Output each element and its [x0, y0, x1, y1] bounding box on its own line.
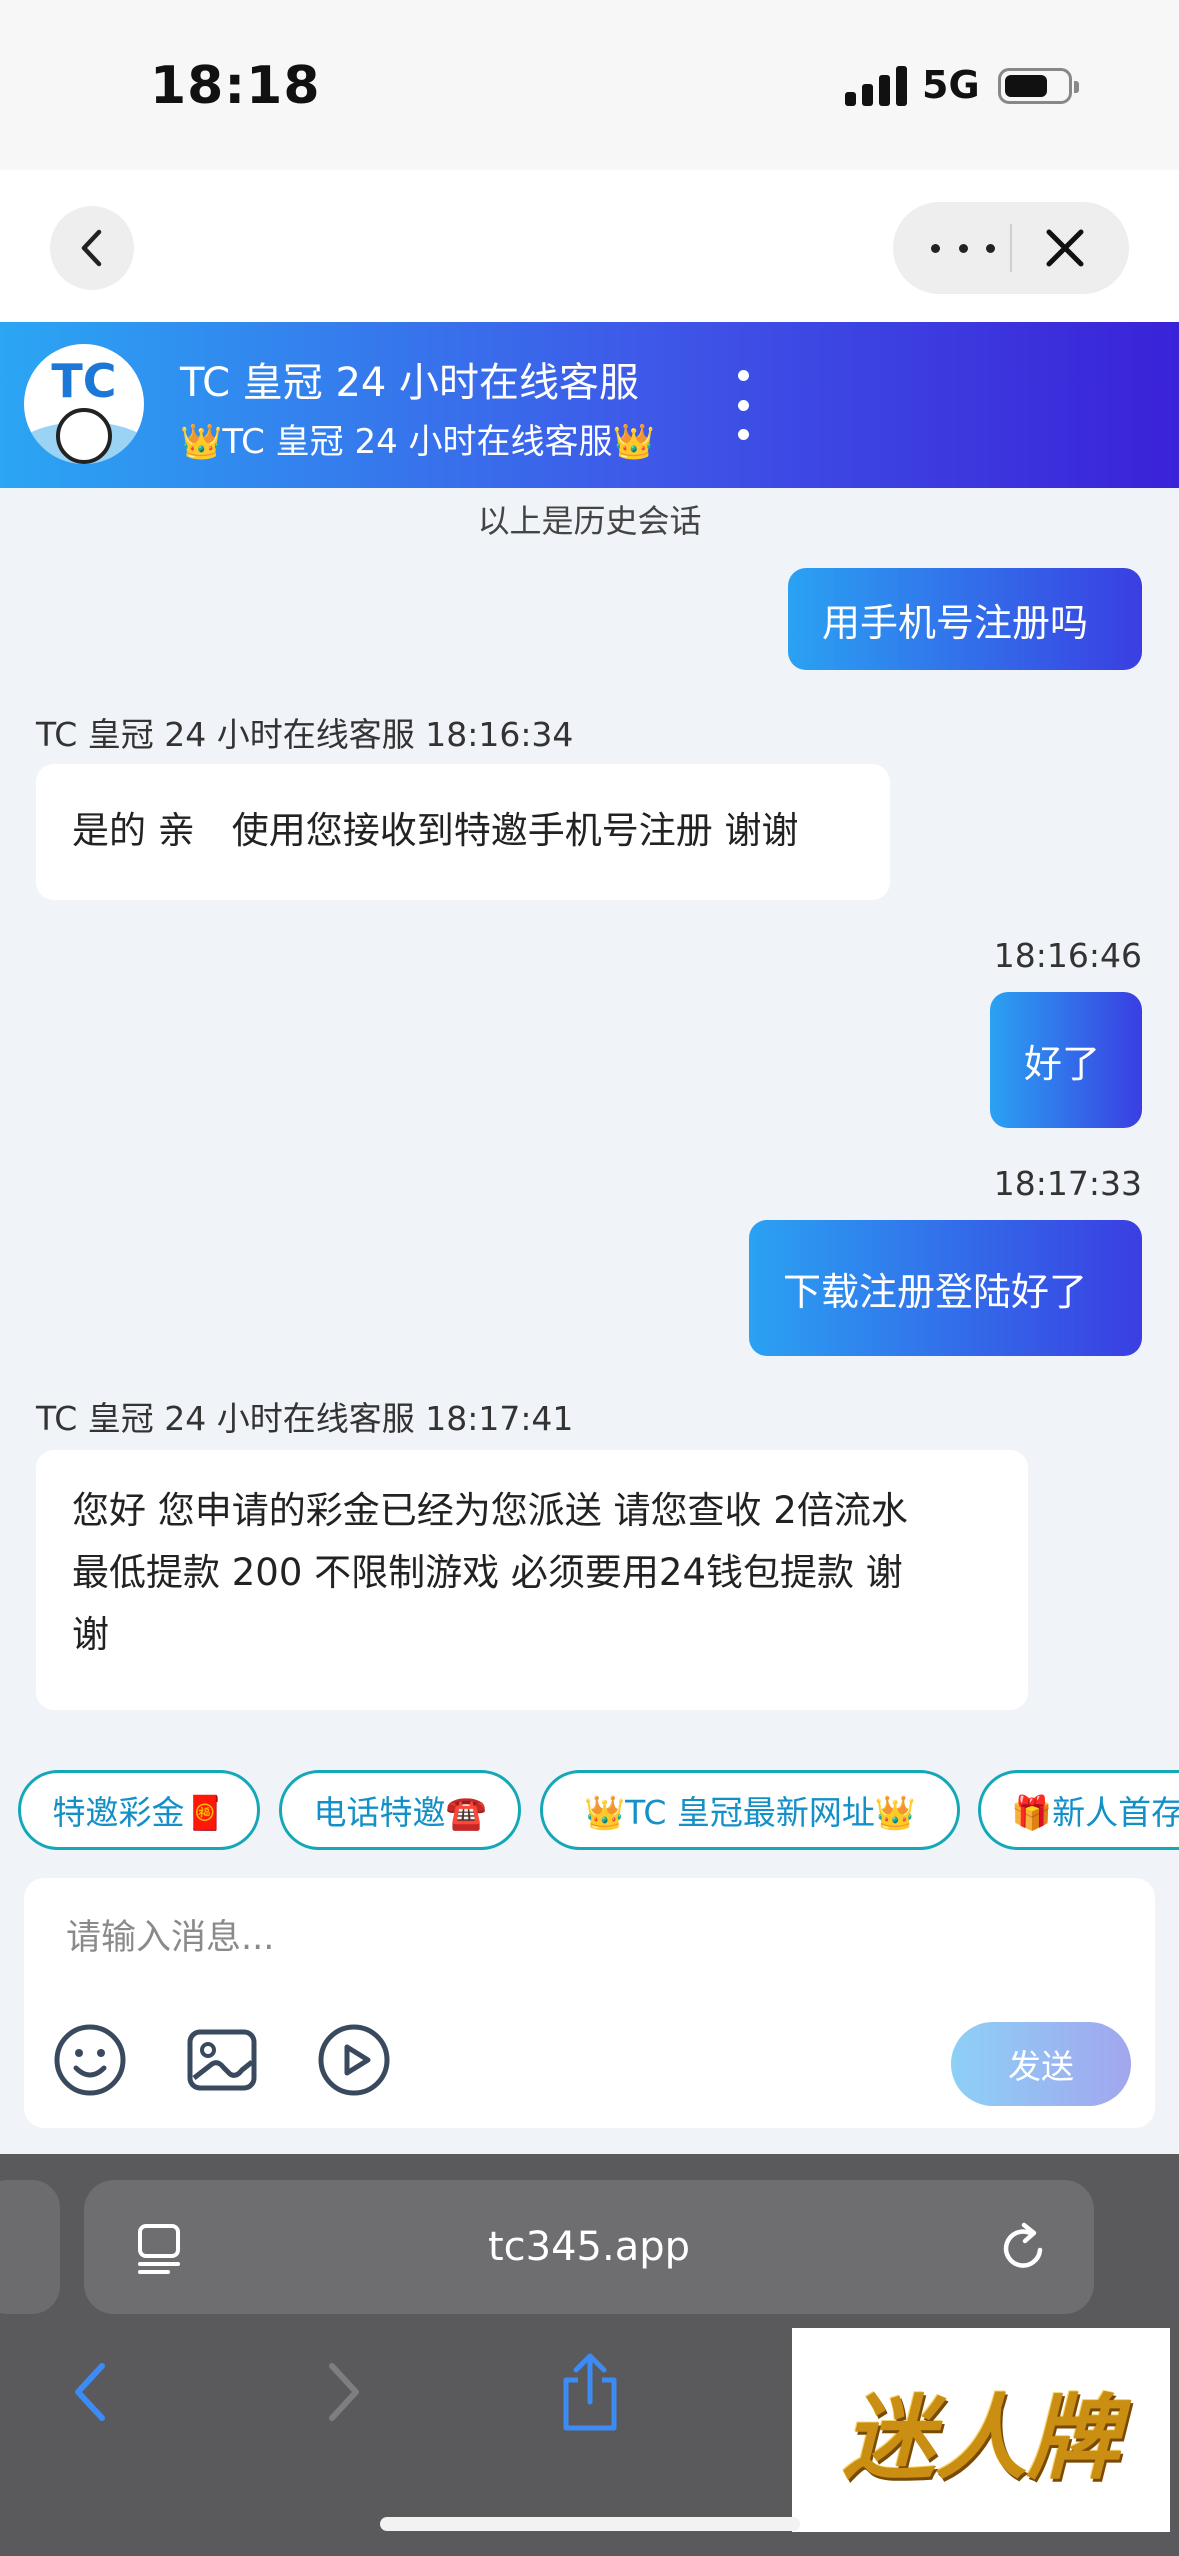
send-button[interactable]: 发送	[951, 2022, 1131, 2106]
message-sender: TC 皇冠 24 小时在线客服 18:16:34	[36, 715, 574, 754]
history-divider-note: 以上是历史会话	[477, 502, 702, 540]
service-avatar: TC	[24, 344, 144, 464]
chat-subtitle: 👑TC 皇冠 24 小时在线客服👑	[180, 422, 655, 462]
watermark-logo: 迷人牌	[792, 2328, 1170, 2532]
quick-reply-bar: 特邀彩金🧧 电话特邀☎️ 👑TC 皇冠最新网址👑 🎁新人首存	[0, 1746, 1179, 1856]
message-text-line: 您好 您申请的彩金已经为您派送 请您查收 2倍流水	[72, 1489, 908, 1532]
avatar-logo-text: TC	[51, 354, 117, 408]
url-text: tc345.app	[487, 2224, 691, 2270]
quick-reply-chip[interactable]: 👑TC 皇冠最新网址👑	[540, 1770, 960, 1850]
message-text: 是的 亲 使用您接收到特邀手机号注册 谢谢	[72, 809, 799, 852]
browser-back-icon[interactable]	[58, 2350, 122, 2434]
emoji-icon[interactable]	[52, 2022, 128, 2098]
message-bubble-incoming: 您好 您申请的彩金已经为您派送 请您查收 2倍流水 最低提款 200 不限制游戏…	[36, 1450, 1028, 1710]
more-options-icon[interactable]	[931, 230, 995, 266]
quick-reply-chip[interactable]: 🎁新人首存	[978, 1770, 1179, 1850]
signal-icon	[845, 66, 907, 106]
message-timestamp: 18:17:33	[993, 1164, 1142, 1203]
message-composer: 发送	[24, 1878, 1155, 2128]
message-bubble-outgoing: 好了	[990, 992, 1142, 1128]
message-text-line: 谢	[72, 1613, 109, 1656]
message-text-line: 最低提款 200 不限制游戏 必须要用24钱包提款 谢	[72, 1551, 903, 1594]
back-button[interactable]	[50, 206, 134, 290]
battery-icon	[998, 68, 1079, 104]
message-text: 下载注册登陆好了	[783, 1269, 1088, 1314]
kebab-menu-icon[interactable]	[730, 370, 756, 440]
message-sender: TC 皇冠 24 小时在线客服 18:17:41	[36, 1399, 574, 1438]
message-bubble-outgoing: 用手机号注册吗	[788, 568, 1142, 670]
image-icon[interactable]	[184, 2022, 260, 2098]
share-icon[interactable]	[556, 2350, 624, 2434]
home-indicator	[380, 2517, 800, 2531]
message-text: 好了	[1024, 1041, 1101, 1086]
network-label: 5G	[922, 63, 980, 107]
mini-program-capsule	[893, 202, 1129, 294]
soccer-ball-icon	[56, 408, 112, 464]
quick-reply-chip[interactable]: 特邀彩金🧧	[18, 1770, 260, 1850]
message-input[interactable]	[48, 1898, 1131, 1978]
close-icon[interactable]	[1039, 222, 1091, 274]
message-bubble-incoming: 是的 亲 使用您接收到特邀手机号注册 谢谢	[36, 764, 890, 900]
top-nav	[0, 170, 1179, 322]
status-bar: 18:18 5G	[0, 0, 1179, 170]
reload-icon[interactable]	[996, 2220, 1052, 2276]
address-bar[interactable]: tc345.app	[84, 2180, 1094, 2314]
chat-header: TC TC 皇冠 24 小时在线客服 👑TC 皇冠 24 小时在线客服👑	[0, 322, 1179, 488]
watermark-text: 迷人牌	[842, 2383, 1119, 2492]
status-time: 18:18	[150, 56, 321, 116]
message-timestamp: 18:16:46	[993, 936, 1142, 975]
capsule-divider	[1010, 224, 1012, 272]
previous-tab-preview[interactable]	[0, 2180, 60, 2314]
chat-title: TC 皇冠 24 小时在线客服	[180, 360, 640, 406]
message-bubble-outgoing: 下载注册登陆好了	[749, 1220, 1142, 1356]
chevron-left-icon	[81, 229, 102, 267]
message-text: 用手机号注册吗	[822, 600, 1089, 645]
quick-reply-chip[interactable]: 电话特邀☎️	[279, 1770, 521, 1850]
video-play-icon[interactable]	[316, 2022, 392, 2098]
browser-forward-icon[interactable]	[310, 2350, 374, 2434]
